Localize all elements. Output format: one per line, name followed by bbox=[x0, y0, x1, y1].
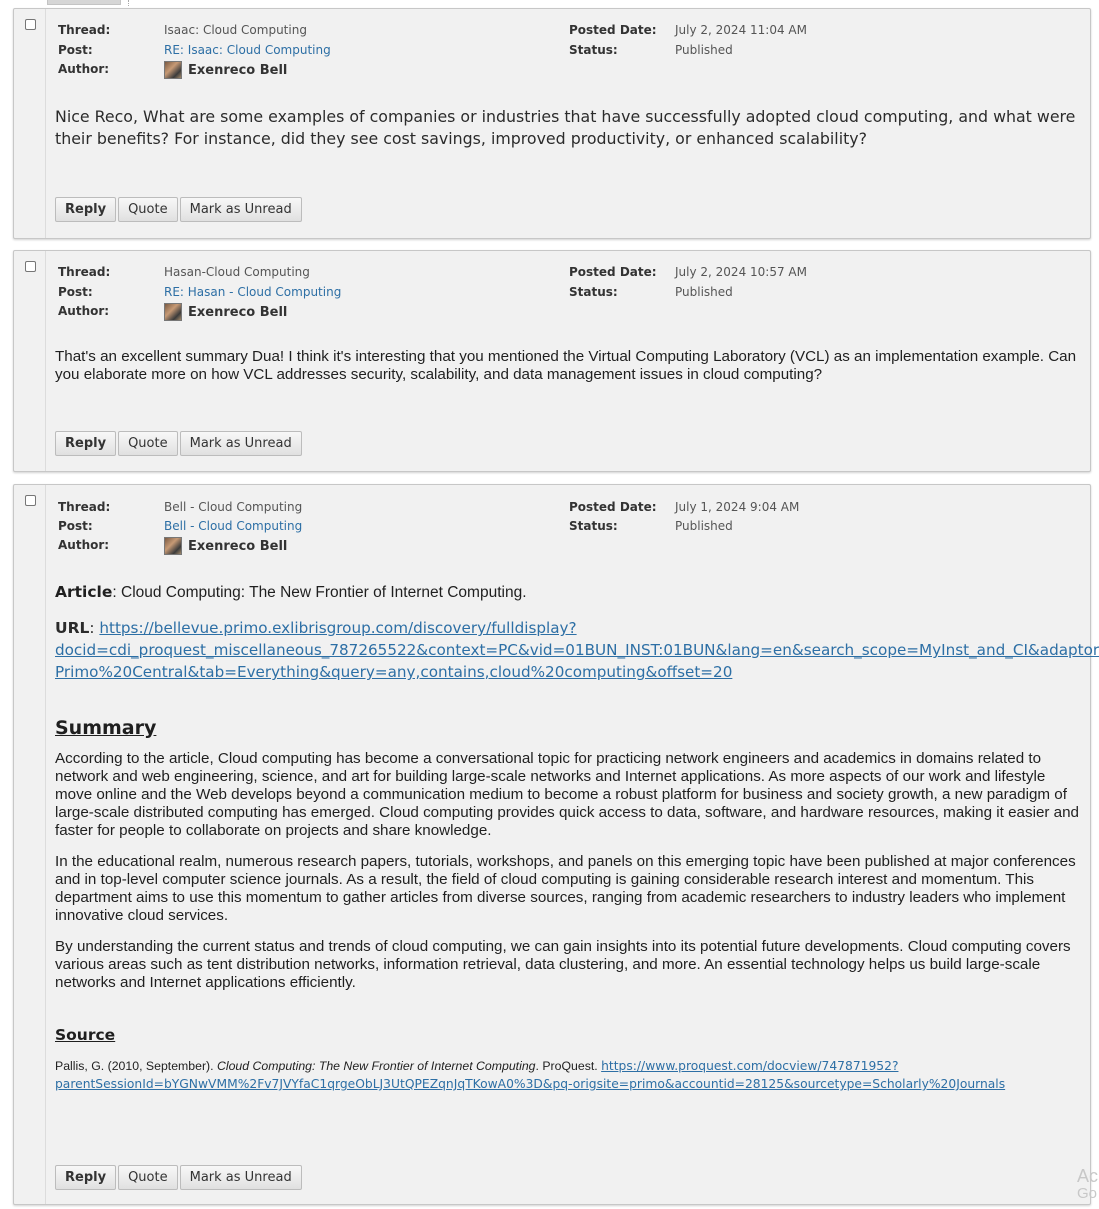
post-gutter bbox=[14, 485, 46, 1204]
post-card: Thread: Hasan-Cloud Computing Post: RE: … bbox=[13, 250, 1091, 472]
url-sep: : bbox=[89, 619, 100, 637]
post-label: Post: bbox=[58, 43, 93, 57]
summary-heading: Summary bbox=[55, 717, 157, 739]
post-meta-left: Thread: Hasan-Cloud Computing Post: RE: … bbox=[58, 263, 538, 323]
post-actions: Reply Quote Mark as Unread bbox=[55, 431, 304, 456]
post-link[interactable]: RE: Isaac: Cloud Computing bbox=[164, 41, 331, 61]
article-url-link[interactable]: docid=cdi_proquest_miscellaneous_7872655… bbox=[55, 641, 1099, 659]
posted-date-label: Posted Date: bbox=[569, 23, 657, 37]
article-line: Article: Cloud Computing: The New Fronti… bbox=[55, 583, 1085, 602]
thread-value: Isaac: Cloud Computing bbox=[164, 23, 307, 37]
citation-author: Pallis, G. (2010, September). bbox=[55, 1059, 217, 1073]
status-value: Published bbox=[675, 285, 733, 299]
select-post-checkbox[interactable] bbox=[25, 495, 36, 506]
summary-paragraph: In the educational realm, numerous resea… bbox=[55, 853, 1076, 924]
thread-label: Thread: bbox=[58, 500, 111, 514]
post-body: Nice Reco, What are some examples of com… bbox=[55, 107, 1076, 148]
citation-publisher: . ProQuest. bbox=[535, 1059, 602, 1073]
posted-date-value: July 1, 2024 9:04 AM bbox=[675, 500, 800, 514]
post-link[interactable]: Bell - Cloud Computing bbox=[164, 517, 302, 537]
author-name: Exenreco Bell bbox=[188, 63, 288, 78]
activation-watermark: Ac Go bbox=[1077, 1167, 1099, 1203]
status-label: Status: bbox=[569, 285, 618, 299]
status-value: Published bbox=[675, 43, 733, 57]
avatar bbox=[164, 536, 182, 555]
select-post-checkbox[interactable] bbox=[25, 19, 36, 30]
avatar bbox=[164, 302, 182, 321]
posted-date-label: Posted Date: bbox=[569, 500, 657, 514]
thread-value: Hasan-Cloud Computing bbox=[164, 265, 310, 279]
post-label: Post: bbox=[58, 285, 93, 299]
post-meta-right: Posted Date: July 2, 2024 11:04 AM Statu… bbox=[569, 21, 969, 61]
post-label: Post: bbox=[58, 519, 93, 533]
article-url-link[interactable]: https://bellevue.primo.exlibrisgroup.com… bbox=[99, 619, 576, 637]
article-title: : Cloud Computing: The New Frontier of I… bbox=[112, 584, 527, 601]
status-label: Status: bbox=[569, 43, 618, 57]
post-gutter bbox=[14, 9, 46, 238]
post-link[interactable]: RE: Hasan - Cloud Computing bbox=[164, 283, 341, 303]
reply-button[interactable]: Reply bbox=[55, 197, 117, 222]
post-card: Thread: Isaac: Cloud Computing Post: RE:… bbox=[13, 8, 1091, 239]
thread-label: Thread: bbox=[58, 23, 111, 37]
post-body: That's an excellent summary Dua! I think… bbox=[55, 348, 1077, 383]
divider bbox=[128, 0, 129, 6]
summary-paragraph: According to the article, Cloud computin… bbox=[55, 750, 1080, 839]
posted-date-label: Posted Date: bbox=[569, 265, 657, 279]
url-label: URL bbox=[55, 619, 90, 637]
reply-button[interactable]: Reply bbox=[55, 1165, 117, 1190]
quote-button[interactable]: Quote bbox=[118, 431, 178, 456]
citation-link[interactable]: https://www.proquest.com/docview/7478719… bbox=[601, 1059, 898, 1073]
avatar bbox=[164, 60, 182, 79]
status-value: Published bbox=[675, 519, 733, 533]
post-gutter bbox=[14, 251, 46, 471]
article-label: Article bbox=[55, 583, 113, 601]
summary-text: According to the article, Cloud computin… bbox=[55, 750, 1085, 992]
author-label: Author: bbox=[58, 62, 110, 76]
post-meta-right: Posted Date: July 1, 2024 9:04 AM Status… bbox=[569, 498, 969, 538]
author: Exenreco Bell bbox=[164, 536, 288, 557]
citation: Pallis, G. (2010, September). Cloud Comp… bbox=[55, 1057, 1085, 1093]
select-post-checkbox[interactable] bbox=[25, 261, 36, 272]
watermark-line: Ac bbox=[1077, 1166, 1099, 1186]
author-label: Author: bbox=[58, 538, 110, 552]
quote-button[interactable]: Quote bbox=[118, 1165, 178, 1190]
post-card: Thread: Bell - Cloud Computing Post: Bel… bbox=[13, 484, 1099, 1205]
mark-unread-button[interactable]: Mark as Unread bbox=[179, 1165, 302, 1190]
watermark-line: Go bbox=[1077, 1185, 1098, 1202]
status-label: Status: bbox=[569, 519, 618, 533]
post-meta-left: Thread: Isaac: Cloud Computing Post: RE:… bbox=[58, 21, 538, 81]
mark-unread-button[interactable]: Mark as Unread bbox=[179, 431, 302, 456]
thread-value: Bell - Cloud Computing bbox=[164, 500, 303, 514]
author: Exenreco Bell bbox=[164, 60, 288, 81]
post-actions: Reply Quote Mark as Unread bbox=[55, 1165, 304, 1190]
tab-stub bbox=[47, 0, 121, 5]
author-label: Author: bbox=[58, 304, 110, 318]
post-meta-left: Thread: Bell - Cloud Computing Post: Bel… bbox=[58, 498, 538, 558]
post-actions: Reply Quote Mark as Unread bbox=[55, 197, 304, 222]
post-body: Article: Cloud Computing: The New Fronti… bbox=[55, 583, 1099, 1093]
author-name: Exenreco Bell bbox=[188, 539, 288, 554]
citation-title: Cloud Computing: The New Frontier of Int… bbox=[216, 1059, 536, 1073]
summary-paragraph: By understanding the current status and … bbox=[55, 938, 1071, 991]
quote-button[interactable]: Quote bbox=[118, 197, 178, 222]
author: Exenreco Bell bbox=[164, 302, 288, 323]
posted-date-value: July 2, 2024 11:04 AM bbox=[675, 23, 807, 37]
thread-label: Thread: bbox=[58, 265, 111, 279]
citation-link[interactable]: parentSessionId=bYGNwVMM%2Fv7JVYfaC1qrge… bbox=[55, 1077, 1005, 1091]
mark-unread-button[interactable]: Mark as Unread bbox=[179, 197, 302, 222]
reply-button[interactable]: Reply bbox=[55, 431, 117, 456]
article-url-link[interactable]: Primo%20Central&tab=Everything&query=any… bbox=[55, 663, 732, 681]
author-name: Exenreco Bell bbox=[188, 305, 288, 320]
source-heading: Source bbox=[55, 1026, 116, 1044]
post-meta-right: Posted Date: July 2, 2024 10:57 AM Statu… bbox=[569, 263, 969, 303]
posted-date-value: July 2, 2024 10:57 AM bbox=[675, 265, 807, 279]
url-block: URL: https://bellevue.primo.exlibrisgrou… bbox=[55, 617, 1099, 683]
